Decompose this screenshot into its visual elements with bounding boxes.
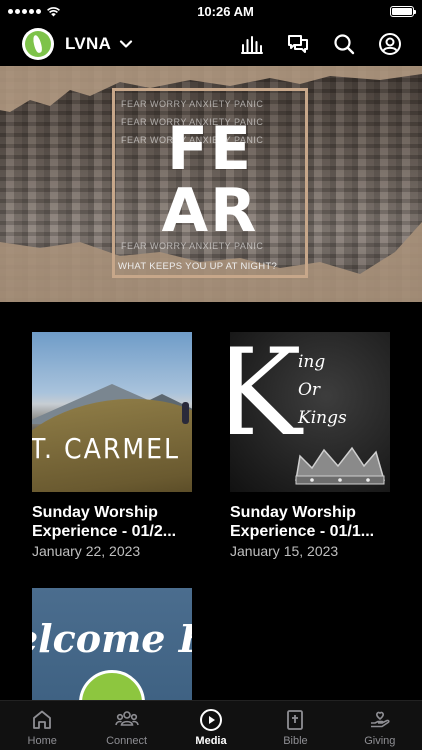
media-title-line1[interactable]: Sunday Worship <box>32 503 192 522</box>
media-card[interactable]: elcome Ho <box>32 588 192 700</box>
thumbnail-text: elcome Ho <box>32 616 192 661</box>
crown-icon <box>295 446 385 485</box>
footprint-logo-icon <box>79 670 145 700</box>
hero-title-line2: AR <box>161 176 259 246</box>
app-header: LVNA <box>0 22 422 66</box>
battery-icon <box>389 5 416 17</box>
chat-bubbles-icon[interactable] <box>286 32 310 56</box>
media-title-line2[interactable]: Experience - 01/2... <box>32 522 192 541</box>
search-icon[interactable] <box>332 32 356 56</box>
bottom-tab-bar: Home Connect Media Bible Giving <box>0 700 422 750</box>
media-title-line1[interactable]: Sunday Worship <box>230 503 390 522</box>
group-icon <box>114 711 139 726</box>
church-logo-icon[interactable] <box>22 28 54 60</box>
media-title-line2[interactable]: Experience - 01/1... <box>230 522 390 541</box>
tab-home[interactable]: Home <box>0 701 84 750</box>
status-time: 10:26 AM <box>197 3 254 19</box>
hero-banner[interactable]: FEAR WORRY ANXIETY PANIC FEAR WORRY ANXI… <box>0 66 422 302</box>
tab-label: Connect <box>106 735 148 747</box>
tab-giving[interactable]: Giving <box>338 701 422 750</box>
home-icon <box>33 710 52 729</box>
wifi-icon <box>47 6 60 16</box>
thumbnail-text: T. CARMEL <box>32 432 181 465</box>
thumbnail-line-2: Or <box>298 380 321 400</box>
tab-label: Giving <box>364 735 396 747</box>
audio-bars-icon[interactable] <box>240 32 264 56</box>
tab-connect[interactable]: Connect <box>84 701 168 750</box>
hiker-figure <box>182 402 189 424</box>
tab-bible[interactable]: Bible <box>253 701 337 750</box>
thumbnail-big-letter: K <box>230 332 302 463</box>
signal-wifi-group <box>8 6 61 17</box>
chevron-down-icon[interactable] <box>119 37 133 51</box>
media-thumbnail[interactable]: T. CARMEL <box>32 332 192 492</box>
hero-title-line1: FE <box>167 114 253 184</box>
org-name[interactable]: LVNA <box>65 34 111 54</box>
media-card[interactable]: T. CARMEL Sunday Worship Experience - 01… <box>32 332 192 560</box>
thumbnail-line-3: Kings <box>298 408 347 428</box>
giving-hand-icon <box>370 711 390 728</box>
profile-icon[interactable] <box>378 32 402 56</box>
media-thumbnail[interactable]: elcome Ho <box>32 588 192 700</box>
tab-media[interactable]: Media <box>169 701 253 750</box>
hero-tagline: WHAT KEEPS YOU UP AT NIGHT? <box>118 261 278 272</box>
media-thumbnail[interactable]: K ing Or Kings <box>230 332 390 492</box>
signal-icon <box>8 8 41 14</box>
media-date: January 15, 2023 <box>230 543 339 559</box>
hero-title-frame: FEAR WORRY ANXIETY PANIC FEAR WORRY ANXI… <box>112 88 308 278</box>
tab-label: Bible <box>283 735 308 747</box>
hero-words-1: FEAR WORRY ANXIETY PANIC <box>121 99 264 109</box>
header-actions <box>240 32 402 56</box>
thumbnail-line-1: ing <box>298 352 326 372</box>
media-date: January 22, 2023 <box>32 543 141 559</box>
media-card[interactable]: K ing Or Kings Sunday Worship Experience… <box>230 332 390 560</box>
status-bar: 10:26 AM <box>0 0 422 22</box>
play-circle-icon <box>200 709 223 731</box>
tab-label: Home <box>27 735 57 747</box>
bible-icon <box>287 710 304 730</box>
tab-label: Media <box>195 735 227 747</box>
